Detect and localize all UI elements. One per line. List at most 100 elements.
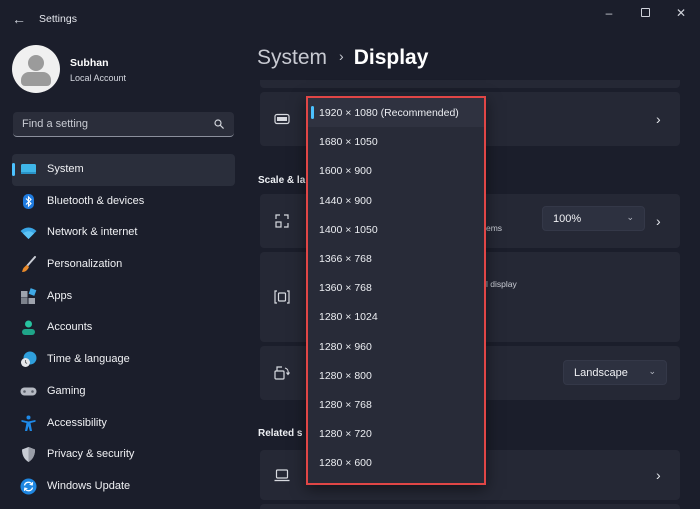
resolution-option[interactable]: 1280 × 600 bbox=[308, 448, 484, 477]
resolution-description: l display bbox=[486, 279, 517, 289]
resolution-option-label: 1280 × 800 bbox=[319, 369, 372, 382]
title-bar: ← Settings – ✕ bbox=[0, 0, 700, 38]
search-input[interactable]: Find a setting bbox=[13, 112, 234, 137]
orientation-icon bbox=[274, 366, 290, 380]
avatar-head-icon bbox=[28, 55, 44, 71]
sidebar-item-network[interactable]: Network & internet bbox=[12, 217, 235, 249]
sidebar-item-accounts[interactable]: Accounts bbox=[12, 312, 235, 344]
resolution-option[interactable]: 1440 × 900 bbox=[308, 186, 484, 215]
previous-card bbox=[260, 80, 680, 88]
resolution-option[interactable]: 1680 × 1050 bbox=[308, 127, 484, 156]
resolution-option[interactable]: 1600 × 900 bbox=[308, 156, 484, 185]
resolution-option-label: 1600 × 900 bbox=[319, 165, 372, 178]
orientation-dropdown[interactable]: Landscape ⌄ bbox=[563, 360, 667, 385]
avatar bbox=[12, 45, 60, 93]
breadcrumb-current: Display bbox=[353, 46, 429, 69]
sidebar-item-label: Accounts bbox=[47, 321, 93, 334]
resolution-option-label: 1280 × 1024 bbox=[319, 311, 378, 324]
resolution-option[interactable]: 1920 × 1080 (Recommended) bbox=[308, 98, 484, 128]
resolution-option-label: 1366 × 768 bbox=[319, 252, 372, 265]
resolution-option-label: 1920 × 1080 (Recommended) bbox=[319, 107, 459, 119]
gamepad-icon bbox=[20, 387, 37, 396]
minimize-icon: – bbox=[605, 6, 613, 20]
apps-icon bbox=[21, 287, 37, 304]
profile-account-type: Local Account bbox=[70, 73, 127, 83]
user-profile[interactable]: Subhan Local Account bbox=[12, 45, 242, 95]
sidebar-item-windows-update[interactable]: Windows Update bbox=[12, 471, 235, 503]
active-indicator bbox=[12, 163, 15, 176]
next-card bbox=[260, 504, 680, 509]
sidebar-item-label: Network & internet bbox=[47, 226, 138, 239]
sidebar-item-time-language[interactable]: Time & language bbox=[12, 344, 235, 376]
resolution-option-label: 1680 × 1050 bbox=[319, 136, 378, 149]
search-placeholder: Find a setting bbox=[22, 118, 89, 130]
resolution-icon bbox=[274, 290, 290, 304]
chevron-down-icon: ⌄ bbox=[626, 212, 634, 222]
sidebar-item-label: Windows Update bbox=[47, 479, 131, 492]
sidebar-item-label: Apps bbox=[47, 289, 73, 302]
sidebar-item-apps[interactable]: Apps bbox=[12, 281, 235, 313]
section-title-scale-layout: Scale & la bbox=[258, 175, 306, 186]
sidebar-item-accessibility[interactable]: Accessibility bbox=[12, 408, 235, 440]
avatar-body-icon bbox=[21, 72, 51, 86]
sync-icon bbox=[20, 478, 37, 495]
scale-icon bbox=[275, 214, 289, 228]
sidebar-item-label: Gaming bbox=[47, 384, 86, 397]
maximize-button[interactable] bbox=[629, 4, 661, 22]
resolution-option[interactable]: 1280 × 768 bbox=[308, 390, 484, 419]
breadcrumb: System › Display bbox=[257, 46, 428, 76]
sidebar-item-label: Privacy & security bbox=[47, 448, 135, 461]
resolution-option[interactable]: 1280 × 800 bbox=[308, 361, 484, 390]
settings-window: ← Settings – ✕ Subhan Local Account Find… bbox=[0, 0, 700, 509]
hdr-icon bbox=[274, 113, 290, 125]
chevron-right-icon: › bbox=[656, 213, 661, 229]
clock-globe-icon bbox=[21, 351, 37, 368]
resolution-option[interactable]: 1280 × 720 bbox=[308, 419, 484, 448]
search-icon bbox=[214, 119, 224, 129]
chevron-right-icon: › bbox=[656, 111, 661, 127]
resolution-option-label: 1280 × 600 bbox=[319, 457, 372, 470]
resolution-option[interactable]: 1360 × 768 bbox=[308, 273, 484, 302]
sidebar-item-label: Accessibility bbox=[47, 416, 107, 429]
sidebar-item-gaming[interactable]: Gaming bbox=[12, 376, 235, 408]
profile-name: Subhan bbox=[70, 57, 109, 69]
back-arrow-icon: ← bbox=[12, 11, 26, 27]
selected-indicator bbox=[311, 106, 314, 119]
chevron-down-icon: ⌄ bbox=[648, 366, 656, 376]
bluetooth-icon bbox=[23, 193, 34, 209]
resolution-option-label: 1360 × 768 bbox=[319, 282, 372, 295]
breadcrumb-parent[interactable]: System bbox=[257, 46, 327, 69]
resolution-option[interactable]: 1366 × 768 bbox=[308, 244, 484, 273]
resolution-option[interactable]: 1280 × 1024 bbox=[308, 302, 484, 331]
section-title-related-settings: Related s bbox=[258, 428, 303, 439]
app-title: Settings bbox=[39, 13, 77, 25]
person-icon bbox=[22, 320, 35, 336]
minimize-button[interactable]: – bbox=[593, 4, 625, 22]
back-button[interactable]: ← bbox=[10, 10, 28, 28]
wifi-icon bbox=[20, 227, 37, 240]
sidebar-item-label: System bbox=[47, 163, 84, 175]
close-button[interactable]: ✕ bbox=[665, 4, 697, 22]
sidebar-item-label: Bluetooth & devices bbox=[47, 194, 145, 207]
resolution-option-label: 1400 × 1050 bbox=[319, 223, 378, 236]
resolution-option-label: 1280 × 960 bbox=[319, 340, 372, 353]
maximize-icon bbox=[640, 8, 650, 17]
resolution-option[interactable]: 1280 × 960 bbox=[308, 332, 484, 361]
resolution-option[interactable]: 1400 × 1050 bbox=[308, 215, 484, 244]
accessibility-icon bbox=[21, 415, 36, 431]
breadcrumb-chevron-icon: › bbox=[339, 48, 344, 64]
scale-description: ems bbox=[486, 223, 503, 233]
sidebar-item-label: Personalization bbox=[47, 258, 123, 271]
sidebar-item-bluetooth[interactable]: Bluetooth & devices bbox=[12, 186, 235, 218]
resolution-option-label: 1280 × 768 bbox=[319, 398, 372, 411]
sidebar-item-personalization[interactable]: Personalization bbox=[12, 249, 235, 281]
orientation-value: Landscape bbox=[574, 367, 628, 379]
sidebar-item-system[interactable]: System bbox=[12, 154, 235, 186]
close-icon: ✕ bbox=[675, 6, 687, 20]
sidebar-nav: System Bluetooth & devices Network & int… bbox=[12, 154, 235, 503]
resolution-dropdown-list: 1920 × 1080 (Recommended) 1680 × 1050 1600… bbox=[306, 96, 486, 485]
sidebar-item-privacy-security[interactable]: Privacy & security bbox=[12, 439, 235, 471]
scale-dropdown[interactable]: 100% ⌄ bbox=[542, 206, 645, 231]
monitor-icon bbox=[21, 164, 36, 174]
paintbrush-icon bbox=[22, 256, 36, 273]
